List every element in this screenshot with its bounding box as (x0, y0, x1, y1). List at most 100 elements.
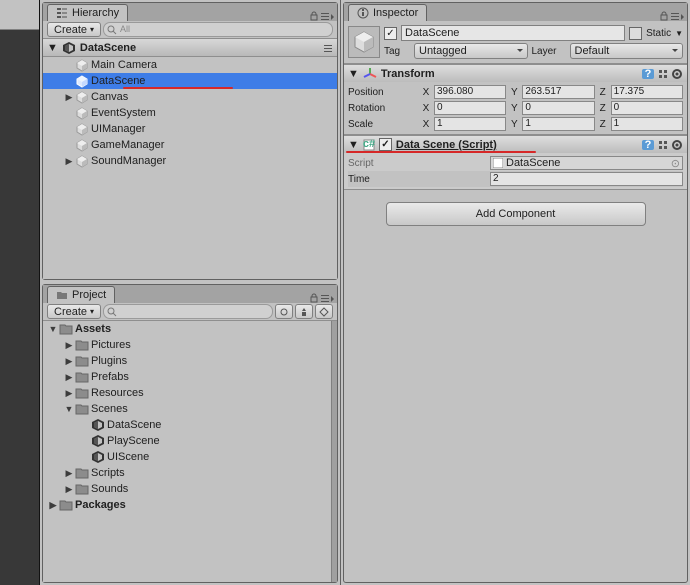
fold-icon[interactable] (79, 419, 91, 431)
panel-menu-icon[interactable] (670, 11, 684, 21)
project-item[interactable]: ▶Prefabs (43, 369, 331, 385)
fold-icon[interactable]: ▶ (63, 91, 75, 103)
fold-icon[interactable] (79, 435, 91, 447)
panel-menu-icon[interactable] (320, 293, 334, 303)
search-icon (107, 307, 117, 317)
hierarchy-item[interactable]: ▶Canvas (43, 89, 337, 105)
fold-icon[interactable] (63, 123, 75, 135)
fold-icon[interactable] (63, 107, 75, 119)
transform-header[interactable]: ▼ Transform ? (344, 65, 687, 82)
fold-icon[interactable]: ▶ (63, 339, 75, 351)
active-checkbox[interactable]: ✓ (384, 27, 397, 40)
transform-title: Transform (381, 68, 435, 80)
add-component-button[interactable]: Add Component (386, 202, 646, 226)
fold-icon[interactable]: ▼ (47, 42, 58, 54)
svg-text:c#: c# (363, 139, 375, 150)
static-dropdown-icon[interactable]: ▼ (675, 29, 683, 38)
project-item[interactable]: ▶Scripts (43, 465, 331, 481)
hierarchy-item[interactable]: EventSystem (43, 105, 337, 121)
script-object-field[interactable]: DataScene ⊙ (490, 156, 683, 170)
fold-icon[interactable]: ▶ (63, 355, 75, 367)
tag-dropdown[interactable]: Untagged (414, 43, 528, 59)
hierarchy-search-input[interactable]: All (103, 22, 333, 37)
fold-icon[interactable]: ▶ (63, 467, 75, 479)
help-icon[interactable]: ? (641, 68, 655, 80)
time-field[interactable]: 2 (490, 172, 683, 186)
fold-icon[interactable]: ▶ (63, 371, 75, 383)
layer-dropdown[interactable]: Default (570, 43, 684, 59)
project-item[interactable]: ▼Scenes (43, 401, 331, 417)
gameobject-icon (75, 154, 89, 168)
project-item[interactable]: ▼Assets (43, 321, 331, 337)
rotation-y-field[interactable]: 0 (522, 101, 594, 115)
project-item[interactable]: ▶Packages (43, 497, 331, 513)
panel-lock-icon[interactable] (309, 11, 319, 21)
fold-icon[interactable]: ▼ (348, 139, 359, 151)
preset-icon[interactable] (657, 68, 669, 80)
hierarchy-tree: Main CameraDataScene▶CanvasEventSystemUI… (43, 57, 337, 279)
tag-label: Tag (384, 46, 410, 57)
datascene-header[interactable]: ▼ c# ✓ Data Scene (Script) ? (344, 136, 687, 153)
fold-icon[interactable]: ▼ (47, 323, 59, 335)
position-z-field[interactable]: 17.375 (611, 85, 683, 99)
gameobject-icon (75, 106, 89, 120)
hierarchy-item[interactable]: GameManager (43, 137, 337, 153)
project-item[interactable]: ▶Sounds (43, 481, 331, 497)
project-item[interactable]: ▶Pictures (43, 337, 331, 353)
gameobject-name-input[interactable] (401, 25, 625, 41)
help-icon[interactable]: ? (641, 139, 655, 151)
fold-icon[interactable]: ▶ (63, 155, 75, 167)
project-tab[interactable]: Project (47, 286, 115, 303)
hierarchy-tab[interactable]: Hierarchy (47, 4, 128, 21)
search-icon (107, 25, 117, 35)
gear-icon[interactable] (671, 139, 683, 151)
filter-button-3[interactable] (315, 304, 333, 319)
project-item[interactable]: ▶Plugins (43, 353, 331, 369)
panel-lock-icon[interactable] (309, 293, 319, 303)
scale-x-field[interactable]: 1 (434, 117, 506, 131)
fold-icon[interactable] (63, 75, 75, 87)
project-create-button[interactable]: Create ▾ (47, 304, 101, 319)
inspector-tab[interactable]: Inspector (348, 4, 427, 21)
project-item[interactable]: DataScene (43, 417, 331, 433)
position-x-field[interactable]: 396.080 (434, 85, 506, 99)
project-item[interactable]: PlayScene (43, 433, 331, 449)
fold-icon[interactable]: ▶ (63, 483, 75, 495)
gameobject-icon[interactable] (348, 26, 380, 58)
panel-menu-icon[interactable] (320, 11, 334, 21)
panel-lock-icon[interactable] (659, 11, 669, 21)
hierarchy-create-button[interactable]: Create ▾ (47, 22, 101, 37)
project-search-input[interactable] (103, 304, 273, 319)
fold-icon[interactable] (63, 139, 75, 151)
scale-z-field[interactable]: 1 (611, 117, 683, 131)
fold-icon[interactable]: ▼ (63, 403, 75, 415)
filter-button-1[interactable] (275, 304, 293, 319)
project-preview-pane[interactable] (331, 321, 337, 582)
fold-icon[interactable]: ▼ (348, 68, 359, 80)
scene-header[interactable]: ▼ DataScene (43, 39, 337, 57)
position-y-field[interactable]: 263.517 (522, 85, 594, 99)
component-enabled-checkbox[interactable]: ✓ (379, 138, 392, 151)
filter-button-2[interactable] (295, 304, 313, 319)
hierarchy-panel: Hierarchy Create ▾ All ▼ DataScene (42, 2, 338, 280)
gear-icon[interactable] (671, 68, 683, 80)
fold-icon[interactable]: ▶ (47, 499, 59, 511)
fold-icon[interactable]: ▶ (63, 387, 75, 399)
project-item[interactable]: UIScene (43, 449, 331, 465)
folder-icon (75, 386, 89, 400)
hierarchy-item[interactable]: UIManager (43, 121, 337, 137)
hierarchy-item[interactable]: Main Camera (43, 57, 337, 73)
scene-menu-icon[interactable] (323, 43, 333, 53)
project-item[interactable]: ▶Resources (43, 385, 331, 401)
static-checkbox[interactable] (629, 27, 642, 40)
fold-icon[interactable] (79, 451, 91, 463)
hierarchy-item[interactable]: ▶SoundManager (43, 153, 337, 169)
scale-y-field[interactable]: 1 (522, 117, 594, 131)
rotation-x-field[interactable]: 0 (434, 101, 506, 115)
preset-icon[interactable] (657, 139, 669, 151)
item-label: GameManager (91, 139, 164, 151)
project-panel: Project Create ▾ ▼Assets▶Pictures▶Plugin… (42, 284, 338, 583)
fold-icon[interactable] (63, 59, 75, 71)
rotation-z-field[interactable]: 0 (611, 101, 683, 115)
svg-text:?: ? (645, 68, 652, 80)
